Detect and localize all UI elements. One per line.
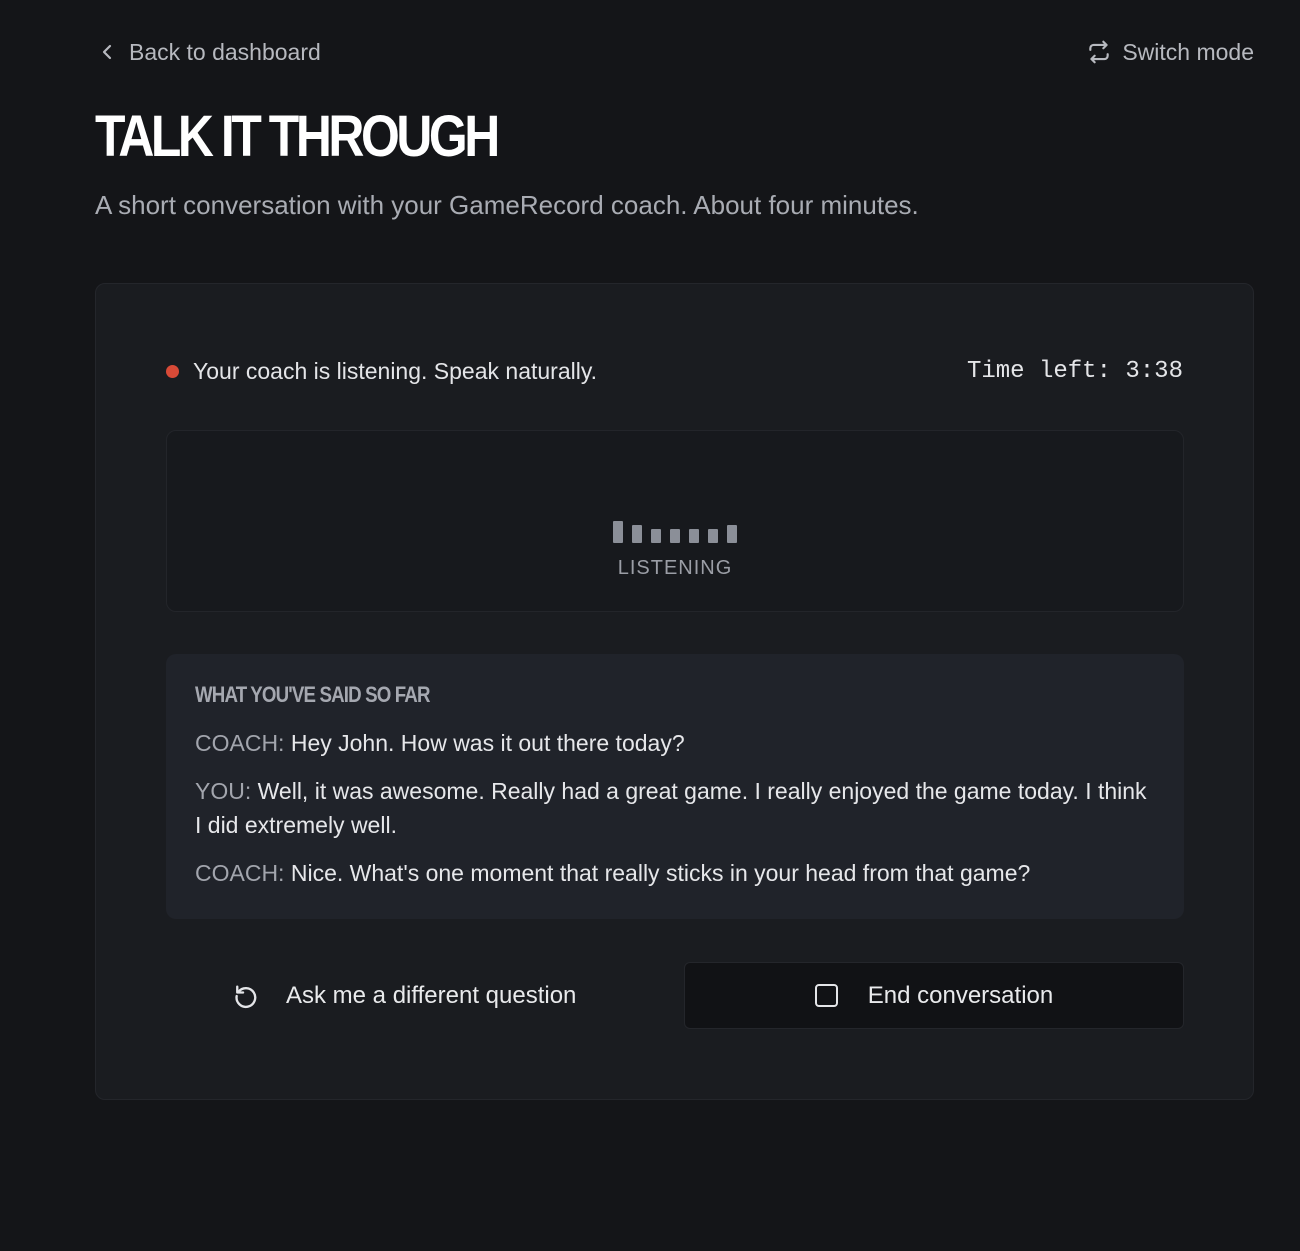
listening-panel: LISTENING bbox=[166, 430, 1184, 612]
speaker-label: COACH: bbox=[195, 860, 285, 886]
end-conversation-label: End conversation bbox=[867, 981, 1054, 1009]
utterance-text: Well, it was awesome. Really had a great… bbox=[195, 778, 1147, 838]
meter-bar bbox=[651, 529, 661, 543]
top-bar: Back to dashboard Switch mode bbox=[95, 34, 1254, 70]
transcript-line: YOU: Well, it was awesome. Really had a … bbox=[195, 774, 1156, 842]
meter-bar bbox=[727, 525, 737, 543]
transcript-panel: WHAT YOU'VE SAID SO FAR COACH: Hey John.… bbox=[166, 654, 1184, 919]
meter-bar bbox=[632, 525, 642, 543]
status-message: Your coach is listening. Speak naturally… bbox=[193, 357, 598, 384]
meter-bar bbox=[613, 521, 623, 543]
ask-different-question-button[interactable]: Ask me a different question bbox=[232, 962, 576, 1029]
switch-mode-label: Switch mode bbox=[1122, 38, 1254, 65]
status-indicator: Your coach is listening. Speak naturally… bbox=[166, 358, 597, 385]
back-to-dashboard-link[interactable]: Back to dashboard bbox=[95, 39, 321, 66]
transcript-line: COACH: Hey John. How was it out there to… bbox=[195, 726, 1156, 760]
utterance-text: Hey John. How was it out there today? bbox=[284, 730, 685, 756]
action-row: Ask me a different question End conversa… bbox=[166, 962, 1184, 1029]
page-subtitle: A short conversation with your GameRecor… bbox=[95, 190, 919, 220]
audio-level-meter bbox=[167, 521, 1183, 543]
page-title: TALK IT THROUGH bbox=[95, 104, 500, 169]
page: Back to dashboard Switch mode TALK IT TH… bbox=[0, 0, 1300, 1251]
ask-different-question-label: Ask me a different question bbox=[286, 981, 577, 1009]
listening-label: LISTENING bbox=[617, 557, 733, 579]
recording-dot-icon bbox=[166, 364, 179, 378]
chevron-left-icon bbox=[102, 44, 112, 60]
conversation-card: Your coach is listening. Speak naturally… bbox=[95, 283, 1254, 1100]
refresh-icon bbox=[235, 985, 257, 1008]
meter-bar bbox=[670, 529, 680, 543]
transcript-line: COACH: Nice. What's one moment that real… bbox=[195, 856, 1156, 890]
speaker-label: YOU: bbox=[195, 778, 252, 804]
meter-bar bbox=[689, 529, 699, 543]
utterance-text: Nice. What's one moment that really stic… bbox=[284, 860, 1031, 886]
stop-square-icon bbox=[814, 984, 838, 1007]
end-conversation-button[interactable]: End conversation bbox=[684, 962, 1184, 1029]
speaker-label: COACH: bbox=[195, 730, 285, 756]
time-left: Time left: 3:38 bbox=[966, 357, 1183, 385]
switch-mode-button[interactable]: Switch mode bbox=[1086, 39, 1254, 66]
meter-bar bbox=[708, 529, 718, 543]
transcript-heading: WHAT YOU'VE SAID SO FAR bbox=[195, 682, 430, 707]
swap-arrows-icon bbox=[1089, 40, 1110, 64]
status-row: Your coach is listening. Speak naturally… bbox=[166, 354, 1183, 388]
back-to-dashboard-label: Back to dashboard bbox=[129, 38, 321, 65]
